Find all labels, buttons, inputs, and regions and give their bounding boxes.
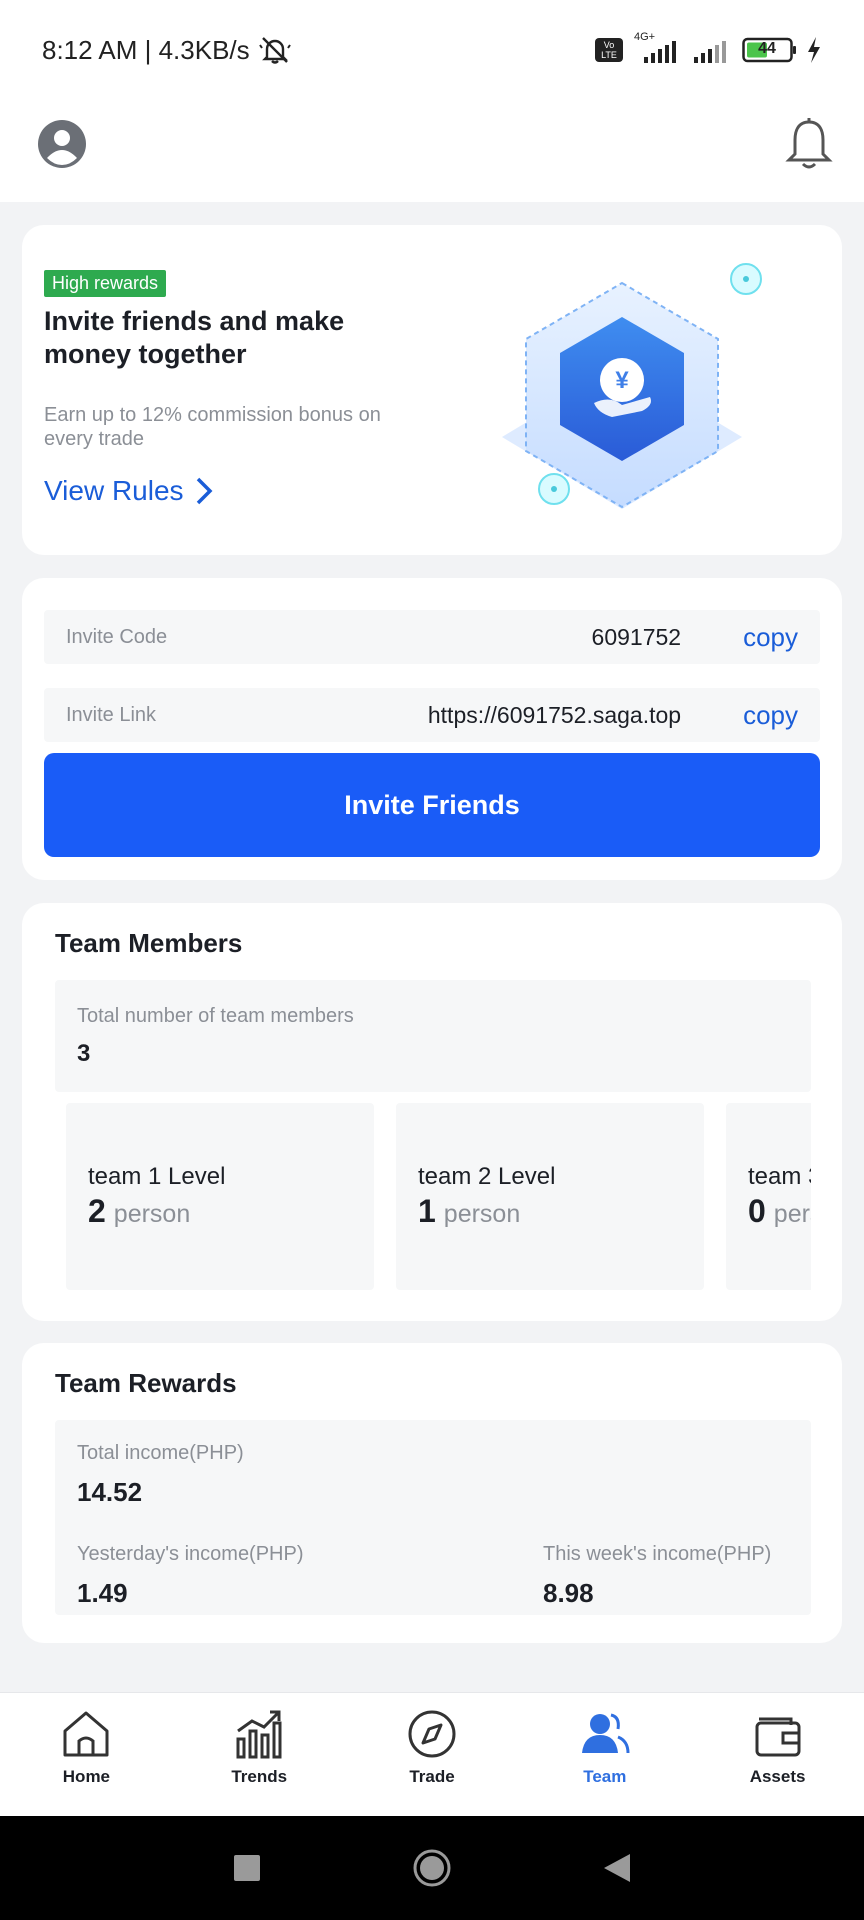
invite-banner: High rewards Invite friends and make mon… [22, 225, 842, 555]
nav-assets[interactable]: Assets [691, 1693, 864, 1816]
team-levels-scroller[interactable]: team 1 Level 2 person team 2 Level 1 perso… [55, 1103, 811, 1290]
hexagon-coin-illustration: ¥ [502, 263, 762, 509]
invite-link-value: https://6091752.saga.top [427, 701, 682, 728]
status-time-speed: 8:12 AM | 4.3KB/s [42, 34, 250, 65]
view-rules-link[interactable]: View Rules [44, 475, 214, 507]
bell-icon[interactable] [784, 116, 834, 172]
team-level-name: team 3 Level [748, 1163, 811, 1190]
bottom-nav: Home Trends Trade Team Assets [0, 1692, 864, 1816]
copy-code-button[interactable]: copy [743, 622, 798, 653]
invite-code-value: 6091752 [591, 623, 682, 650]
nav-home-label: Home [62, 1767, 111, 1786]
invite-code-row: Invite Code 6091752 copy [44, 610, 820, 664]
team-level-unit: person [773, 1200, 811, 1228]
android-nav-bar [0, 1816, 864, 1920]
status-bar: 8:12 AM | 4.3KB/s Vo LTE 4G+ 44 [0, 0, 864, 100]
invite-link-label: Invite Link [66, 703, 157, 726]
total-income-label: Total income(PHP) [77, 1442, 244, 1464]
total-members-label: Total number of team members [77, 1005, 354, 1027]
invite-link-row: Invite Link https://6091752.saga.top cop… [44, 688, 820, 742]
rewards-box: Total income(PHP) 14.52 Yesterday's inco… [55, 1420, 811, 1615]
avatar-icon[interactable] [36, 118, 88, 170]
battery-level: 44 [758, 40, 776, 57]
signal-icon-2 [694, 41, 726, 63]
nav-assets-label: Assets [749, 1767, 806, 1786]
high-rewards-tag: High rewards [44, 270, 167, 297]
team-level-name: team 1 Level [88, 1163, 226, 1190]
charging-icon [808, 37, 820, 63]
team-members-card: Team Members Total number of team member… [22, 903, 842, 1321]
banner-title: Invite friends and make money together [44, 306, 345, 369]
team-members-title: Team Members [55, 928, 243, 958]
nav-trade[interactable]: Trade [346, 1693, 519, 1816]
chevron-right-icon [196, 477, 213, 505]
team-level-count: 0person [748, 1193, 811, 1230]
team-level-card[interactable]: team 2 Level 1 person [396, 1103, 704, 1290]
team-level-name: team 2 Level [418, 1163, 556, 1190]
total-members-box: Total number of team members 3 [55, 980, 811, 1092]
nav-team[interactable]: Team [518, 1693, 691, 1816]
team-level-number: 2 [88, 1193, 106, 1229]
invite-friends-button[interactable]: Invite Friends [44, 753, 820, 857]
volte-icon: Vo LTE [595, 38, 623, 62]
status-left: 8:12 AM | 4.3KB/s [42, 35, 292, 66]
team-level-count: 1 person [418, 1193, 520, 1230]
total-members-value: 3 [77, 1040, 91, 1067]
battery: 44 [742, 37, 798, 63]
nav-home[interactable]: Home [0, 1693, 173, 1816]
team-rewards-card: Team Rewards Total income(PHP) 14.52 Yes… [22, 1343, 842, 1643]
copy-link-button[interactable]: copy [743, 700, 798, 731]
nav-trends-label: Trends [231, 1767, 288, 1786]
nav-trade-label: Trade [409, 1767, 455, 1786]
yesterday-income-value: 1.49 [77, 1578, 128, 1608]
svg-text:LTE: LTE [601, 50, 617, 60]
top-bar [0, 100, 864, 202]
home-icon [63, 1711, 109, 1757]
nav-trends[interactable]: Trends [173, 1693, 346, 1816]
back-icon[interactable] [602, 1852, 632, 1884]
week-income-value: 8.98 [543, 1578, 594, 1608]
invite-code-label: Invite Code [66, 625, 168, 648]
mute-icon [258, 37, 291, 64]
yen-symbol: ¥ [615, 367, 629, 394]
signal-icon [644, 41, 676, 63]
team-level-number: 1 [418, 1193, 436, 1229]
team-level-count: 2 person [88, 1193, 190, 1230]
team-level-unit: person [443, 1200, 521, 1228]
home-button-icon[interactable] [412, 1848, 452, 1888]
team-icon [581, 1713, 630, 1754]
week-income-label: This week's income(PHP) [543, 1543, 772, 1565]
banner-subtitle: Earn up to 12% commission bonus on every… [44, 404, 381, 450]
team-rewards-title: Team Rewards [55, 1368, 237, 1398]
svg-text:Vo: Vo [604, 40, 615, 50]
wallet-icon [755, 1717, 801, 1757]
team-level-card[interactable]: team 1 Level 2 person [66, 1103, 374, 1290]
recent-apps-icon[interactable] [232, 1853, 262, 1883]
trends-icon [236, 1710, 282, 1759]
invite-card: Invite Code 6091752 copy Invite Link htt… [22, 578, 842, 880]
total-income-value: 14.52 [77, 1477, 143, 1507]
status-right: Vo LTE 4G+ 44 [594, 31, 822, 65]
yesterday-income-label: Yesterday's income(PHP) [77, 1543, 304, 1565]
signal-4g: 4G+ [632, 31, 682, 65]
nav-team-label: Team [583, 1767, 627, 1786]
compass-icon [408, 1710, 456, 1758]
team-level-number: 0 [748, 1193, 766, 1229]
view-rules-label: View Rules [44, 475, 184, 506]
team-level-unit: person [113, 1200, 191, 1228]
team-level-card[interactable]: team 3 Level 0person [726, 1103, 811, 1290]
